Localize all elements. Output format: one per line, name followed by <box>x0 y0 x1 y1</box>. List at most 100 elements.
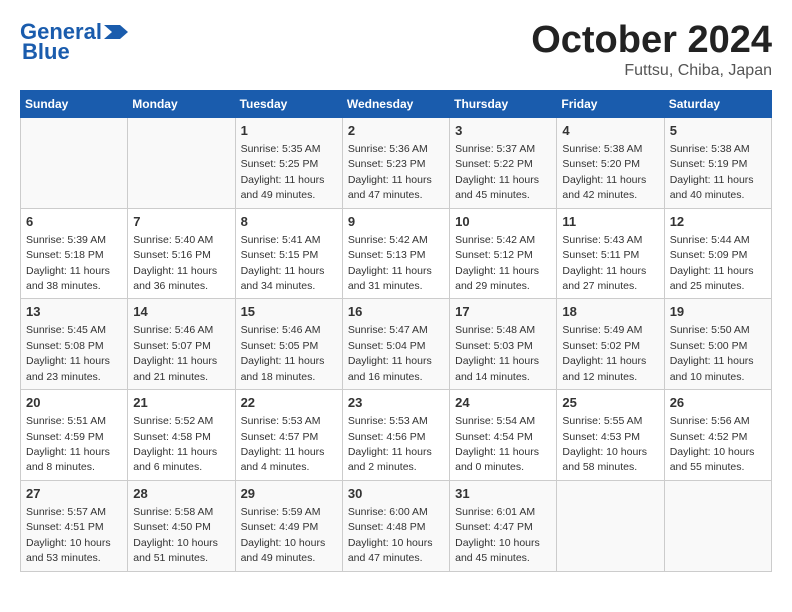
header-day-sunday: Sunday <box>21 90 128 117</box>
header-day-monday: Monday <box>128 90 235 117</box>
calendar-cell: 16 Sunrise: 5:47 AM Sunset: 5:04 PM Dayli… <box>342 299 449 390</box>
calendar-cell: 12Sunrise: 5:44 AM Sunset: 5:09 PM Dayli… <box>664 208 771 299</box>
day-info: Sunrise: 5:53 AM Sunset: 4:56 PM Dayligh… <box>348 415 432 473</box>
logo-blue-text: Blue <box>22 40 70 64</box>
day-info: Sunrise: 5:55 AM Sunset: 4:53 PM Dayligh… <box>562 415 647 473</box>
calendar-cell: 22Sunrise: 5:53 AM Sunset: 4:57 PM Dayli… <box>235 390 342 481</box>
day-info: Sunrise: 5:51 AM Sunset: 4:59 PM Dayligh… <box>26 415 110 473</box>
day-info: Sunrise: 6:00 AM Sunset: 4:48 PM Dayligh… <box>348 506 433 564</box>
calendar-cell: 11 Sunrise: 5:43 AM Sunset: 5:11 PM Dayli… <box>557 208 664 299</box>
header-day-thursday: Thursday <box>450 90 557 117</box>
day-number: 27 <box>26 485 122 503</box>
day-number: 6 <box>26 213 122 231</box>
week-row-1: 1 Sunrise: 5:35 AM Sunset: 5:25 PM Daylig… <box>21 117 772 208</box>
week-row-3: 13 Sunrise: 5:45 AM Sunset: 5:08 PM Dayli… <box>21 299 772 390</box>
day-number: 3 <box>455 122 551 140</box>
calendar-cell: 29Sunrise: 5:59 AM Sunset: 4:49 PM Dayli… <box>235 480 342 571</box>
day-info: Sunrise: 5:47 AM Sunset: 5:04 PM Dayligh… <box>348 324 432 382</box>
day-number: 9 <box>348 213 444 231</box>
title-block: October 2024 Futtsu, Chiba, Japan <box>531 20 772 80</box>
day-number: 26 <box>670 394 766 412</box>
calendar-cell <box>21 117 128 208</box>
calendar-cell: 6 Sunrise: 5:39 AM Sunset: 5:18 PM Daylig… <box>21 208 128 299</box>
calendar-cell: 21 Sunrise: 5:52 AM Sunset: 4:58 PM Dayli… <box>128 390 235 481</box>
calendar-cell: 17 Sunrise: 5:48 AM Sunset: 5:03 PM Dayli… <box>450 299 557 390</box>
day-number: 7 <box>133 213 229 231</box>
calendar-cell: 24 Sunrise: 5:54 AM Sunset: 4:54 PM Dayli… <box>450 390 557 481</box>
day-info: Sunrise: 5:42 AM Sunset: 5:12 PM Dayligh… <box>455 234 539 292</box>
day-number: 30 <box>348 485 444 503</box>
calendar-cell <box>128 117 235 208</box>
day-number: 8 <box>241 213 337 231</box>
calendar-cell: 23Sunrise: 5:53 AM Sunset: 4:56 PM Dayli… <box>342 390 449 481</box>
day-info: Sunrise: 5:46 AM Sunset: 5:05 PM Dayligh… <box>241 324 325 382</box>
day-info: Sunrise: 5:54 AM Sunset: 4:54 PM Dayligh… <box>455 415 539 473</box>
day-number: 16 <box>348 303 444 321</box>
logo-arrow-icon <box>104 25 128 39</box>
day-number: 2 <box>348 122 444 140</box>
month-title: October 2024 <box>531 20 772 62</box>
page-header: General Blue October 2024 Futtsu, Chiba,… <box>20 20 772 80</box>
day-number: 13 <box>26 303 122 321</box>
header-day-wednesday: Wednesday <box>342 90 449 117</box>
calendar-cell: 15 Sunrise: 5:46 AM Sunset: 5:05 PM Dayli… <box>235 299 342 390</box>
day-number: 20 <box>26 394 122 412</box>
day-number: 1 <box>241 122 337 140</box>
week-row-5: 27 Sunrise: 5:57 AM Sunset: 4:51 PM Dayli… <box>21 480 772 571</box>
calendar-cell <box>557 480 664 571</box>
day-info: Sunrise: 5:57 AM Sunset: 4:51 PM Dayligh… <box>26 506 111 564</box>
calendar-cell <box>664 480 771 571</box>
day-info: Sunrise: 5:36 AM Sunset: 5:23 PM Dayligh… <box>348 143 432 201</box>
day-info: Sunrise: 5:45 AM Sunset: 5:08 PM Dayligh… <box>26 324 110 382</box>
day-info: Sunrise: 5:37 AM Sunset: 5:22 PM Dayligh… <box>455 143 539 201</box>
calendar-cell: 14 Sunrise: 5:46 AM Sunset: 5:07 PM Dayli… <box>128 299 235 390</box>
day-info: Sunrise: 5:50 AM Sunset: 5:00 PM Dayligh… <box>670 324 754 382</box>
day-number: 17 <box>455 303 551 321</box>
header-row: SundayMondayTuesdayWednesdayThursdayFrid… <box>21 90 772 117</box>
header-day-friday: Friday <box>557 90 664 117</box>
calendar-cell: 9 Sunrise: 5:42 AM Sunset: 5:13 PM Daylig… <box>342 208 449 299</box>
day-number: 31 <box>455 485 551 503</box>
day-number: 19 <box>670 303 766 321</box>
day-info: Sunrise: 5:41 AM Sunset: 5:15 PM Dayligh… <box>241 234 325 292</box>
day-number: 21 <box>133 394 229 412</box>
day-info: Sunrise: 5:48 AM Sunset: 5:03 PM Dayligh… <box>455 324 539 382</box>
day-info: Sunrise: 5:42 AM Sunset: 5:13 PM Dayligh… <box>348 234 432 292</box>
day-info: Sunrise: 5:44 AM Sunset: 5:09 PM Dayligh… <box>670 234 754 292</box>
day-number: 14 <box>133 303 229 321</box>
day-info: Sunrise: 5:40 AM Sunset: 5:16 PM Dayligh… <box>133 234 217 292</box>
calendar-table: SundayMondayTuesdayWednesdayThursdayFrid… <box>20 90 772 572</box>
day-number: 4 <box>562 122 658 140</box>
day-number: 15 <box>241 303 337 321</box>
calendar-cell: 1 Sunrise: 5:35 AM Sunset: 5:25 PM Daylig… <box>235 117 342 208</box>
day-info: Sunrise: 5:43 AM Sunset: 5:11 PM Dayligh… <box>562 234 646 292</box>
day-number: 24 <box>455 394 551 412</box>
calendar-cell: 27 Sunrise: 5:57 AM Sunset: 4:51 PM Dayli… <box>21 480 128 571</box>
calendar-cell: 13 Sunrise: 5:45 AM Sunset: 5:08 PM Dayli… <box>21 299 128 390</box>
calendar-cell: 7 Sunrise: 5:40 AM Sunset: 5:16 PM Daylig… <box>128 208 235 299</box>
calendar-cell: 26 Sunrise: 5:56 AM Sunset: 4:52 PM Dayli… <box>664 390 771 481</box>
calendar-cell: 3 Sunrise: 5:37 AM Sunset: 5:22 PM Daylig… <box>450 117 557 208</box>
calendar-cell: 5 Sunrise: 5:38 AM Sunset: 5:19 PM Daylig… <box>664 117 771 208</box>
day-info: Sunrise: 5:35 AM Sunset: 5:25 PM Dayligh… <box>241 143 325 201</box>
calendar-cell: 30 Sunrise: 6:00 AM Sunset: 4:48 PM Dayli… <box>342 480 449 571</box>
calendar-cell: 28 Sunrise: 5:58 AM Sunset: 4:50 PM Dayli… <box>128 480 235 571</box>
day-info: Sunrise: 5:39 AM Sunset: 5:18 PM Dayligh… <box>26 234 110 292</box>
day-number: 11 <box>562 213 658 231</box>
day-info: Sunrise: 5:38 AM Sunset: 5:19 PM Dayligh… <box>670 143 754 201</box>
day-info: Sunrise: 5:58 AM Sunset: 4:50 PM Dayligh… <box>133 506 218 564</box>
calendar-cell: 19 Sunrise: 5:50 AM Sunset: 5:00 PM Dayli… <box>664 299 771 390</box>
day-number: 25 <box>562 394 658 412</box>
day-info: Sunrise: 5:52 AM Sunset: 4:58 PM Dayligh… <box>133 415 217 473</box>
day-number: 28 <box>133 485 229 503</box>
day-info: Sunrise: 5:56 AM Sunset: 4:52 PM Dayligh… <box>670 415 755 473</box>
calendar-cell: 20 Sunrise: 5:51 AM Sunset: 4:59 PM Dayli… <box>21 390 128 481</box>
day-info: Sunrise: 5:46 AM Sunset: 5:07 PM Dayligh… <box>133 324 217 382</box>
day-info: Sunrise: 5:59 AM Sunset: 4:49 PM Dayligh… <box>241 506 326 564</box>
calendar-cell: 25 Sunrise: 5:55 AM Sunset: 4:53 PM Dayli… <box>557 390 664 481</box>
day-info: Sunrise: 6:01 AM Sunset: 4:47 PM Dayligh… <box>455 506 540 564</box>
week-row-4: 20 Sunrise: 5:51 AM Sunset: 4:59 PM Dayli… <box>21 390 772 481</box>
day-number: 5 <box>670 122 766 140</box>
calendar-cell: 4Sunrise: 5:38 AM Sunset: 5:20 PM Daylig… <box>557 117 664 208</box>
calendar-cell: 8 Sunrise: 5:41 AM Sunset: 5:15 PM Daylig… <box>235 208 342 299</box>
